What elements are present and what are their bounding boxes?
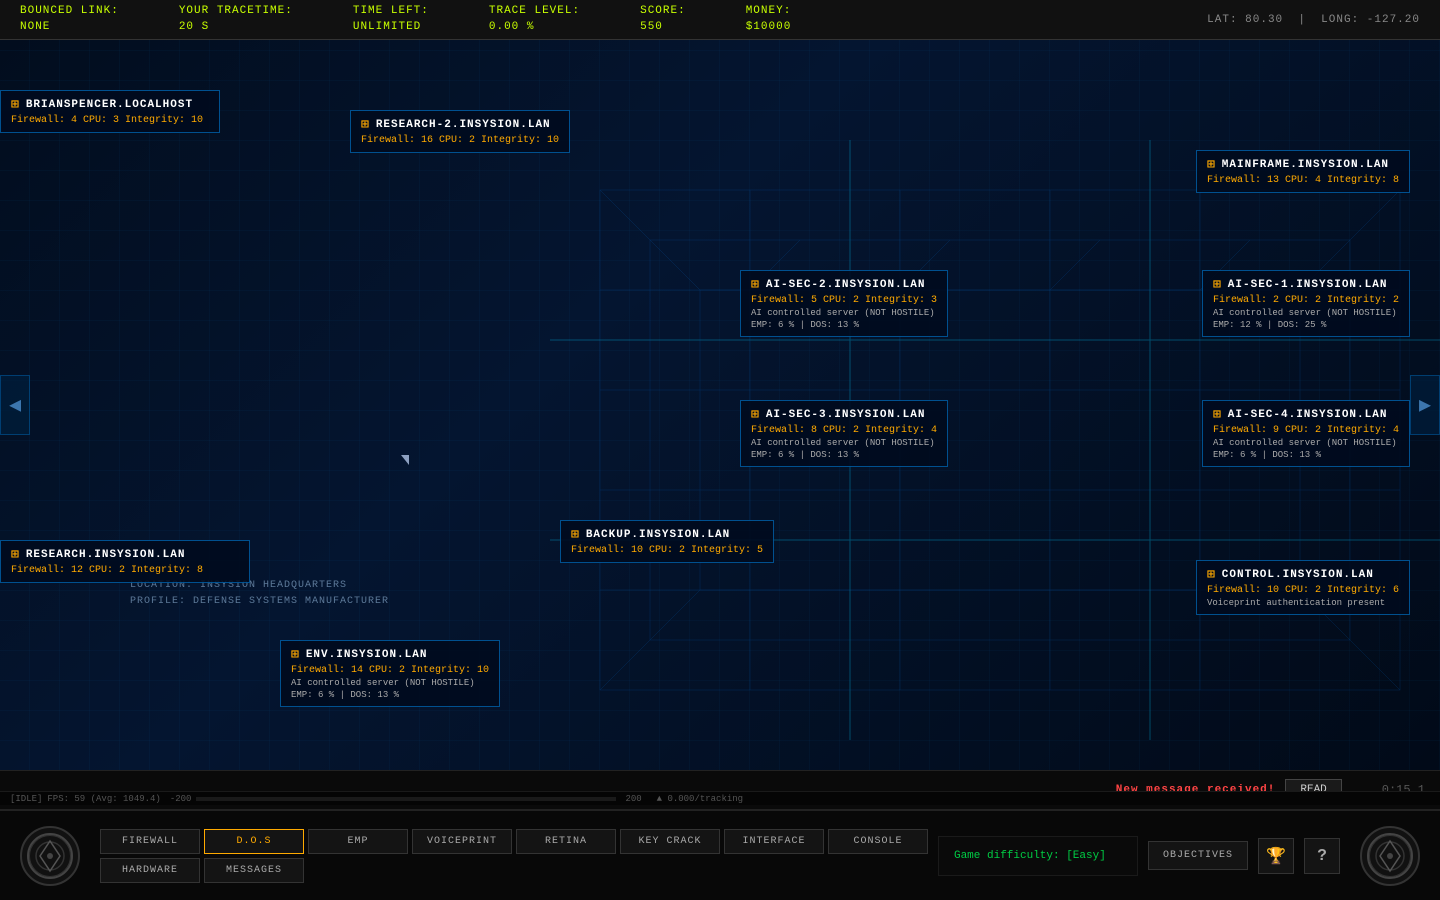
help-button[interactable]: ? bbox=[1304, 838, 1340, 874]
bottom-bar: FIREWALL D.O.S EMP VOICEPRINT RETINA KEY… bbox=[0, 810, 1440, 900]
time-left: Time Left: UNLIMITED bbox=[353, 4, 429, 35]
crosshair-icon: ⊞ bbox=[751, 407, 760, 422]
firewall-button[interactable]: FIREWALL bbox=[100, 829, 200, 854]
game-area: ◀ ▶ ⊞ BRIANSPENCER.LOCALHOST Firewall: 4… bbox=[0, 40, 1440, 770]
server-card-brianspencer[interactable]: ⊞ BRIANSPENCER.LOCALHOST Firewall: 4 CPU… bbox=[0, 90, 220, 133]
bounced-link: Bounced Link: NONE bbox=[20, 4, 119, 35]
empty-btn-8 bbox=[828, 858, 928, 883]
crosshair-icon: ⊞ bbox=[1207, 567, 1216, 582]
empty-btn-4 bbox=[412, 858, 512, 883]
logo-right bbox=[1350, 816, 1430, 896]
emp-button[interactable]: EMP bbox=[308, 829, 408, 854]
server-card-aisec3[interactable]: ⊞ AI-SEC-3.INSYSION.LAN Firewall: 8 CPU:… bbox=[740, 400, 948, 467]
score: Score: 550 bbox=[640, 4, 686, 35]
server-card-control[interactable]: ⊞ CONTROL.INSYSION.LAN Firewall: 10 CPU:… bbox=[1196, 560, 1410, 615]
server-card-aisec2[interactable]: ⊞ AI-SEC-2.INSYSION.LAN Firewall: 5 CPU:… bbox=[740, 270, 948, 337]
top-hud: Bounced Link: NONE Your Tracetime: 20 s … bbox=[0, 0, 1440, 40]
server-card-research2[interactable]: ⊞ RESEARCH-2.INSYSION.LAN Firewall: 16 C… bbox=[350, 110, 570, 153]
console-button[interactable]: CONSOLE bbox=[828, 829, 928, 854]
crosshair-icon: ⊞ bbox=[1213, 407, 1222, 422]
crosshair-icon: ⊞ bbox=[1213, 277, 1222, 292]
empty-btn-7 bbox=[724, 858, 824, 883]
server-card-aisec1[interactable]: ⊞ AI-SEC-1.INSYSION.LAN Firewall: 2 CPU:… bbox=[1202, 270, 1410, 337]
messages-button[interactable]: MESSAGES bbox=[204, 858, 304, 883]
crosshair-icon: ⊞ bbox=[571, 527, 580, 542]
logo-circle-right bbox=[1360, 826, 1420, 886]
tracking-progress bbox=[196, 797, 616, 801]
info-panel: Game difficulty: [Easy] OBJECTIVES 🏆 ? bbox=[938, 836, 1350, 876]
interface-button[interactable]: INTERFACE bbox=[724, 829, 824, 854]
logo-left bbox=[10, 816, 90, 896]
game-difficulty-panel: Game difficulty: [Easy] bbox=[938, 836, 1138, 876]
dos-button[interactable]: D.O.S bbox=[204, 829, 304, 854]
empty-btn-3 bbox=[308, 858, 408, 883]
lat-long: LAT: 80.30 | LONG: -127.20 bbox=[1207, 14, 1420, 26]
keycrack-button[interactable]: KEY CRACK bbox=[620, 829, 720, 854]
crosshair-icon: ⊞ bbox=[291, 647, 300, 662]
trace-level: Trace Level: 0.00 % bbox=[489, 4, 580, 35]
crosshair-icon: ⊞ bbox=[11, 547, 20, 562]
button-grid: FIREWALL D.O.S EMP VOICEPRINT RETINA KEY… bbox=[90, 821, 938, 891]
server-card-aisec4[interactable]: ⊞ AI-SEC-4.INSYSION.LAN Firewall: 9 CPU:… bbox=[1202, 400, 1410, 467]
retina-button[interactable]: RETINA bbox=[516, 829, 616, 854]
empty-btn-5 bbox=[516, 858, 616, 883]
logo-circle-left bbox=[20, 826, 80, 886]
crosshair-icon: ⊞ bbox=[11, 97, 20, 112]
crosshair-icon: ⊞ bbox=[1207, 157, 1216, 172]
hardware-button[interactable]: HARDWARE bbox=[100, 858, 200, 883]
money: Money: $10000 bbox=[746, 4, 792, 35]
objectives-button[interactable]: OBJECTIVES bbox=[1148, 841, 1248, 870]
server-card-mainframe[interactable]: ⊞ MAINFRAME.INSYSION.LAN Firewall: 13 CP… bbox=[1196, 150, 1410, 193]
nav-left-arrow[interactable]: ◀ bbox=[0, 375, 30, 435]
difficulty-text: Game difficulty: [Easy] bbox=[954, 850, 1106, 862]
tracetime: Your Tracetime: 20 s bbox=[179, 4, 293, 35]
tracking-bar: [IDLE] FPS: 59 (Avg: 1049.4) -200 200 ▲ … bbox=[0, 791, 1440, 805]
voiceprint-button[interactable]: VOICEPRINT bbox=[412, 829, 512, 854]
nav-right-arrow[interactable]: ▶ bbox=[1410, 375, 1440, 435]
empty-btn-6 bbox=[620, 858, 720, 883]
crosshair-icon: ⊞ bbox=[751, 277, 760, 292]
logo-svg-right bbox=[1365, 831, 1415, 881]
trophy-button[interactable]: 🏆 bbox=[1258, 838, 1294, 874]
logo-svg-left bbox=[25, 831, 75, 881]
crosshair-icon: ⊞ bbox=[361, 117, 370, 132]
server-card-env[interactable]: ⊞ ENV.INSYSION.LAN Firewall: 14 CPU: 2 I… bbox=[280, 640, 500, 707]
server-card-research[interactable]: ⊞ RESEARCH.INSYSION.LAN Firewall: 12 CPU… bbox=[0, 540, 250, 583]
server-card-backup[interactable]: ⊞ BACKUP.INSYSION.LAN Firewall: 10 CPU: … bbox=[560, 520, 774, 563]
